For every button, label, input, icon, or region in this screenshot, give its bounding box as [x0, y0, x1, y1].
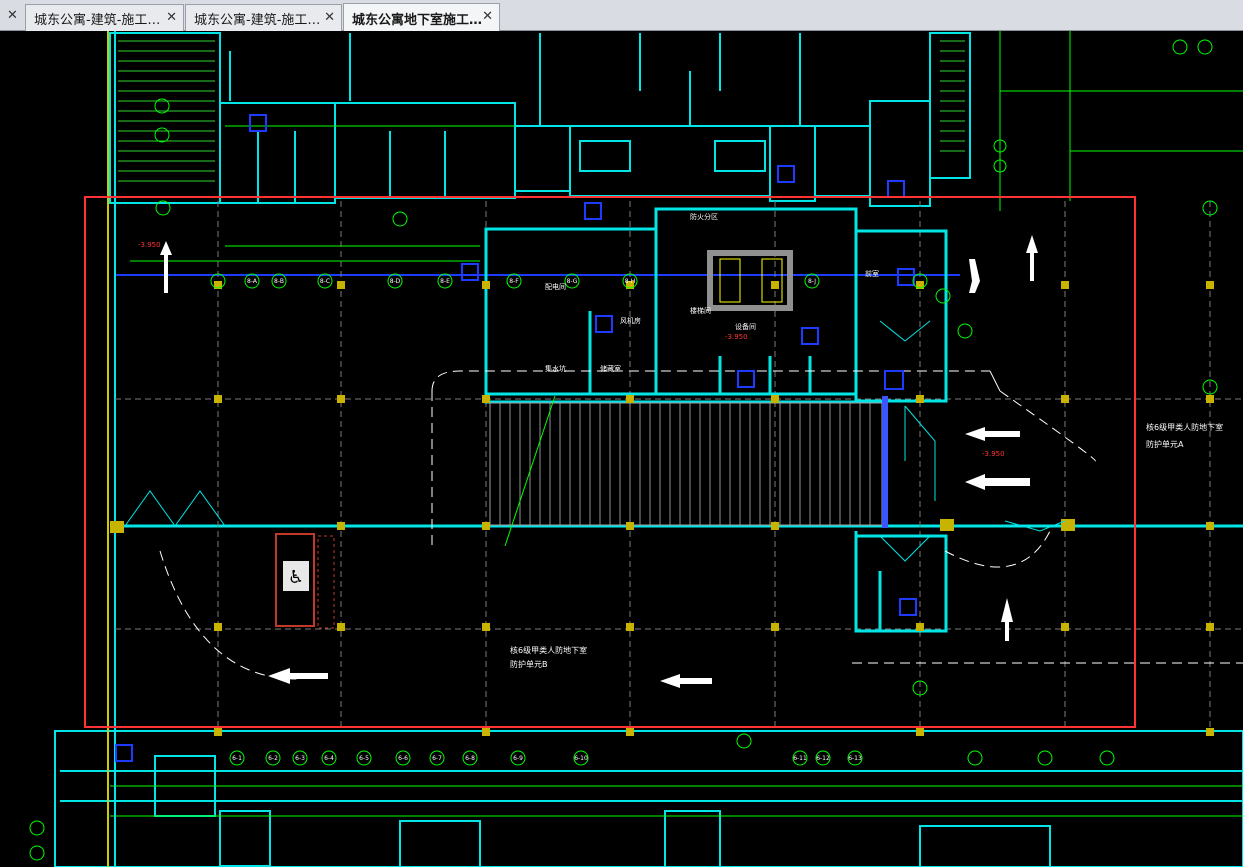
grid-label: 6-8 — [465, 755, 475, 762]
grid-label: 6-2 — [268, 755, 278, 762]
elevator-car-right — [761, 258, 783, 303]
grid-label: 6-6 — [398, 755, 408, 762]
tab-label: 城东公寓地下室施工… — [352, 12, 483, 28]
grid-label: 6-4 — [324, 755, 334, 762]
room-label: 储藏室 — [600, 364, 621, 373]
close-icon[interactable]: ✕ — [7, 8, 18, 23]
grid-label: 8-G — [567, 278, 578, 285]
cad-drawing-canvas[interactable]: ♿ 8-A 8-B 8-C 8-D 8-E 8-F 8-G 8-H 8-J 6-… — [0, 31, 1243, 867]
structural-columns — [110, 281, 1214, 736]
grid-label: 8-J — [808, 278, 816, 285]
driveway-corner — [989, 370, 1001, 392]
zone-note: 防护单元A — [1146, 439, 1184, 449]
grid-label: 6-1 — [232, 755, 242, 762]
grid-bubble-labels: 8-A 8-B 8-C 8-D 8-E 8-F 8-G 8-H 8-J 6-1 … — [232, 278, 862, 762]
elevation-mark: -3.950 — [725, 333, 748, 341]
room-label: 集水坑 — [545, 364, 566, 373]
zone-note: 核6级甲类人防地下室 — [1146, 422, 1223, 432]
grid-label: 8-D — [390, 278, 401, 285]
column-grid-dashed — [115, 201, 1243, 731]
tab-drawing-1[interactable]: 城东公寓-建筑-施工… ✕ — [25, 4, 184, 31]
tab-label: 城东公寓-建筑-施工… — [194, 12, 321, 28]
room-label: 楼梯间 — [690, 306, 711, 315]
elevator-core — [707, 250, 793, 311]
top-building-walls — [109, 32, 971, 207]
close-icon[interactable]: ✕ — [324, 10, 335, 25]
grid-label: 6-12 — [816, 755, 830, 762]
zone-note: 核6级甲类人防地下室 — [510, 645, 587, 655]
grid-label: 8-E — [440, 278, 450, 285]
tab-label: 城东公寓-建筑-施工… — [34, 12, 161, 28]
grid-bubbles — [29, 39, 1218, 861]
room-label: 防火分区 — [690, 212, 718, 221]
room-label: 配电间 — [545, 282, 566, 291]
elevation-mark: -3.950 — [982, 450, 1005, 458]
accessible-parking-icon: ♿ — [275, 533, 335, 629]
dimension-lines-top — [130, 31, 1243, 262]
grid-label: 8-F — [509, 278, 519, 285]
close-icon[interactable]: ✕ — [166, 10, 177, 25]
bottom-building-walls — [54, 730, 1243, 867]
grid-label: 6-7 — [432, 755, 442, 762]
grid-label: 6-10 — [574, 755, 588, 762]
grid-label: 8-B — [274, 278, 284, 285]
grid-label: 6-11 — [793, 755, 807, 762]
grid-label: 6-13 — [848, 755, 862, 762]
grid-label: 6-9 — [513, 755, 523, 762]
grid-label: 8-H — [625, 278, 636, 285]
svg-text:♿: ♿ — [288, 567, 304, 588]
stair-hatch-top-right — [940, 40, 965, 152]
document-tab-bar: ✕ 城东公寓-建筑-施工… ✕ 城东公寓-建筑-施工… ✕ 城东公寓地下室施工…… — [0, 0, 1243, 32]
room-label: 风机房 — [620, 316, 641, 325]
grid-label: 6-5 — [359, 755, 369, 762]
grid-label: 8-C — [320, 278, 330, 285]
grid-label: 6-3 — [295, 755, 305, 762]
elevation-mark: -3.950 — [138, 241, 161, 249]
grid-label: 8-A — [247, 278, 258, 285]
room-label: 设备间 — [735, 322, 756, 331]
ramp-edge — [882, 396, 888, 528]
tab-drawing-3-active[interactable]: 城东公寓地下室施工… ✕ — [343, 3, 500, 32]
traffic-arrows — [160, 235, 1038, 688]
ramp-hatch — [489, 402, 883, 526]
zone-note: 防护单元B — [510, 659, 548, 669]
room-label: 前室 — [865, 269, 879, 278]
floor-plan: ♿ 8-A 8-B 8-C 8-D 8-E 8-F 8-G 8-H 8-J 6-… — [29, 31, 1243, 867]
close-icon[interactable]: ✕ — [482, 9, 493, 24]
axis-lines — [107, 31, 1243, 867]
tab-drawing-2[interactable]: 城东公寓-建筑-施工… ✕ — [185, 4, 342, 31]
elevator-car-left — [719, 258, 741, 303]
